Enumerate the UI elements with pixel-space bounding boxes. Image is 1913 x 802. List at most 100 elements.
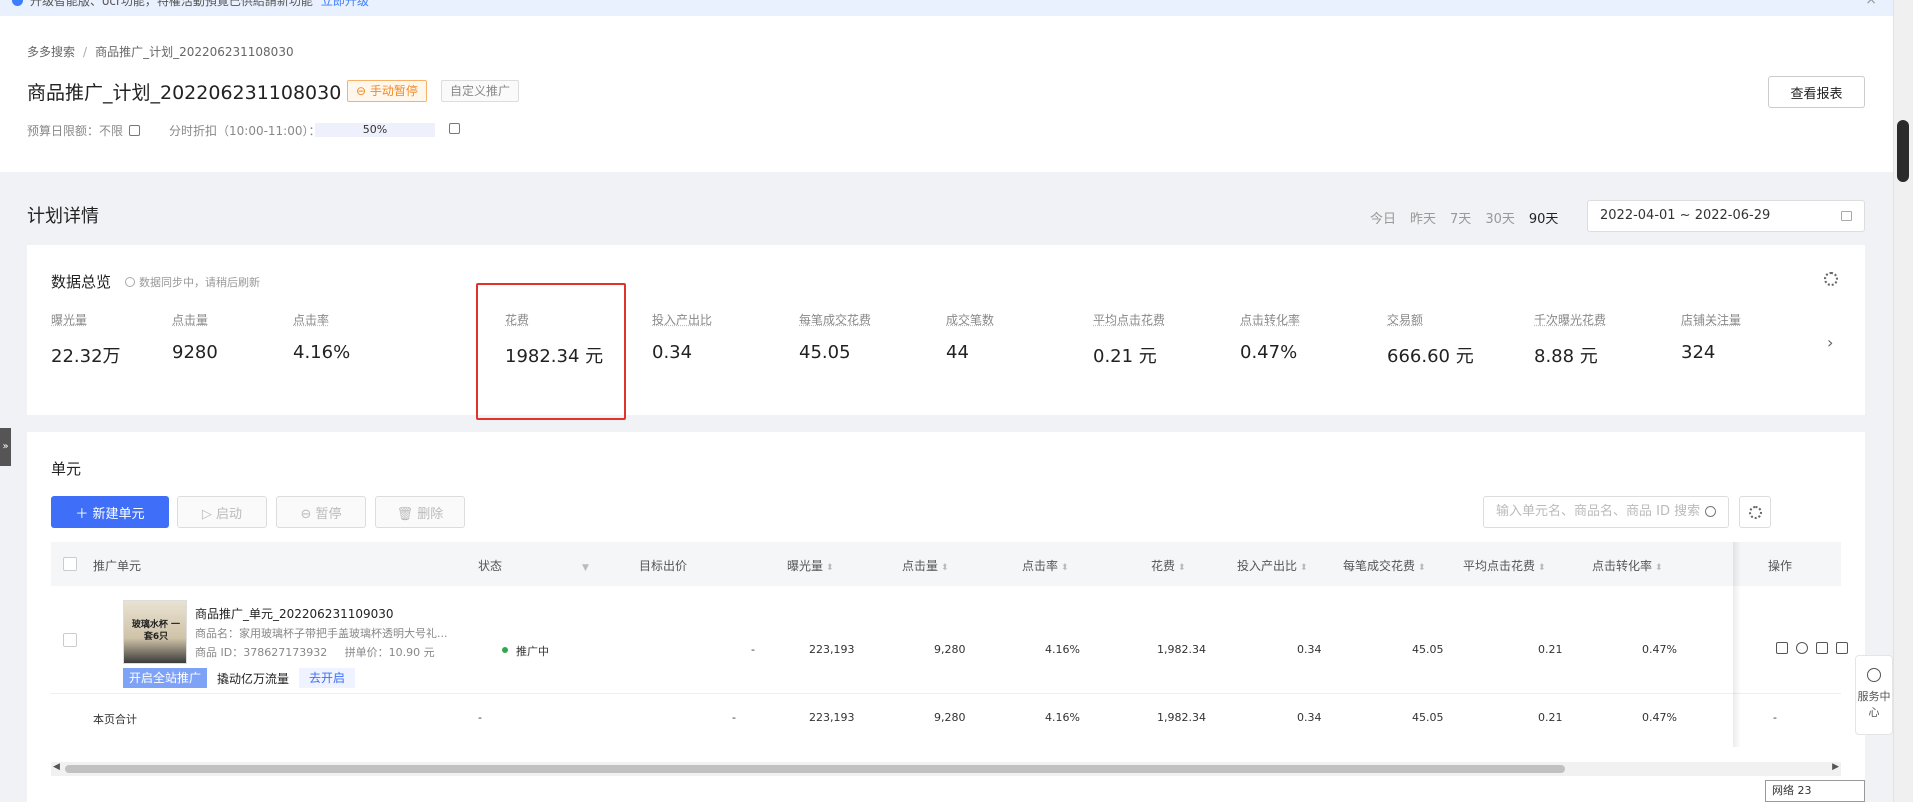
- breadcrumb: 多多搜索 / 商品推广_计划_202206231108030: [27, 43, 294, 60]
- unit-card: 单元 ＋ 新建单元 ▷ 启动 ⊖ 暂停 🗑 删除 输入单元名、商品名、商品 ID…: [27, 432, 1865, 802]
- col-cvr[interactable]: 点击转化率 ⬍: [1592, 557, 1663, 574]
- cell-cost: 1,982.34: [1157, 643, 1206, 656]
- breadcrumb-current: 商品推广_计划_202206231108030: [95, 45, 294, 59]
- section-title-plan-detail: 计划详情: [27, 206, 99, 227]
- unit-name[interactable]: 商品推广_单元_202206231109030: [195, 605, 394, 622]
- new-unit-button[interactable]: ＋ 新建单元: [51, 496, 169, 528]
- table-settings-button[interactable]: [1739, 496, 1771, 528]
- edit-discount-icon[interactable]: [449, 123, 460, 134]
- summary-row: 本页合计 - - 223,193 9,280 4.16% 1,982.34 0.…: [51, 694, 1841, 742]
- info-icon: [12, 0, 23, 6]
- horizontal-scrollbar[interactable]: ◀ ▶: [51, 762, 1841, 776]
- cell-cpc: 0.21: [1538, 643, 1563, 656]
- col-clicks[interactable]: 点击量 ⬍: [902, 557, 949, 574]
- cell-cvr: 0.47%: [1642, 643, 1677, 656]
- range-90d[interactable]: 90天: [1529, 208, 1559, 227]
- scroll-left-icon[interactable]: ◀: [53, 762, 60, 772]
- metric-orders[interactable]: 成交笔数 44: [946, 311, 1086, 363]
- promo-tag: 开启全站推广: [123, 668, 208, 688]
- search-icon[interactable]: [1705, 506, 1716, 517]
- banner-link[interactable]: 立即升级: [321, 0, 369, 8]
- expand-sidebar-icon[interactable]: »: [0, 428, 11, 466]
- network-indicator: 网络 23: [1765, 780, 1865, 802]
- status-badge: ⊖ 手动暂停: [347, 80, 427, 102]
- col-impressions[interactable]: 曝光量 ⬍: [787, 557, 834, 574]
- close-icon[interactable]: ×: [1865, 0, 1877, 8]
- page-scrollbar[interactable]: [1893, 0, 1913, 802]
- discount-label: 分时折扣（10:00-11:00）：: [169, 124, 321, 138]
- summary-cost-per-order: 45.05: [1412, 711, 1444, 724]
- col-status[interactable]: 状态 ▼: [478, 557, 589, 574]
- budget-info: 预算日限额：不限: [27, 122, 141, 139]
- pause-button[interactable]: ⊖ 暂停: [276, 496, 366, 528]
- service-center-button[interactable]: 服务中心: [1855, 655, 1893, 735]
- sort-icon[interactable]: ⬍: [1300, 563, 1308, 573]
- sort-icon[interactable]: ⬍: [826, 563, 834, 573]
- range-yesterday[interactable]: 昨天: [1410, 208, 1436, 227]
- metric-cpc[interactable]: 平均点击花费 0.21 元: [1093, 311, 1233, 368]
- date-range-picker[interactable]: 2022-04-01 ~ 2022-06-29: [1587, 200, 1865, 232]
- chart-icon[interactable]: [1776, 642, 1788, 654]
- col-cpc[interactable]: 平均点击花费 ⬍: [1463, 557, 1546, 574]
- start-button[interactable]: ▷ 启动: [177, 496, 267, 528]
- cell-roi: 0.34: [1297, 643, 1322, 656]
- search-input[interactable]: 输入单元名、商品名、商品 ID 搜索: [1483, 496, 1729, 528]
- col-cost[interactable]: 花费 ⬍: [1151, 557, 1186, 574]
- col-cost-per-order[interactable]: 每笔成交花费 ⬍: [1343, 557, 1426, 574]
- col-ops: 操作: [1768, 559, 1793, 573]
- summary-ops: -: [1773, 711, 1777, 724]
- range-7d[interactable]: 7天: [1450, 208, 1471, 227]
- promo-text: 撬动亿万流量: [217, 671, 290, 686]
- promo-link[interactable]: 去开启: [299, 668, 356, 688]
- metric-impressions[interactable]: 曝光量 22.32万: [51, 311, 191, 368]
- report-icon[interactable]: [1816, 642, 1828, 654]
- banner-text: 升级智能版、ocr功能，特權活動預覽已供給請新功能 立即升级: [30, 0, 369, 9]
- product-thumbnail[interactable]: 玻璃水杯 一套6只: [123, 600, 187, 664]
- chevron-right-icon[interactable]: ›: [1827, 333, 1833, 352]
- select-all-checkbox[interactable]: [63, 557, 77, 571]
- scroll-right-icon[interactable]: ▶: [1832, 762, 1839, 772]
- sort-icon[interactable]: ⬍: [1655, 563, 1663, 573]
- pause-icon[interactable]: [1796, 642, 1808, 654]
- sort-icon[interactable]: ⬍: [1418, 563, 1426, 573]
- metric-clicks[interactable]: 点击量 9280: [172, 311, 312, 363]
- metric-cpm[interactable]: 千次曝光花费 8.88 元: [1534, 311, 1674, 368]
- summary-clicks: 9,280: [934, 711, 966, 724]
- sort-icon[interactable]: ⬍: [1061, 563, 1069, 573]
- breadcrumb-root[interactable]: 多多搜索: [27, 45, 75, 59]
- sort-icon[interactable]: ⬍: [1538, 563, 1546, 573]
- sort-icon[interactable]: ⬍: [941, 563, 949, 573]
- col-unit: 推广单元: [93, 559, 142, 573]
- summary-impressions: 223,193: [809, 711, 855, 724]
- metric-roi[interactable]: 投入产出比 0.34: [652, 311, 792, 363]
- summary-cost: 1,982.34: [1157, 711, 1206, 724]
- gear-icon[interactable]: [1824, 272, 1838, 286]
- top-banner: 升级智能版、ocr功能，特權活動預覽已供給請新功能 立即升级 ×: [0, 0, 1913, 16]
- range-30d[interactable]: 30天: [1485, 208, 1515, 227]
- edit-budget-icon[interactable]: [129, 125, 141, 136]
- scrollbar-thumb[interactable]: [65, 765, 1565, 773]
- summary-label: 本页合计: [93, 713, 137, 726]
- sort-icon[interactable]: ⬍: [1178, 563, 1186, 573]
- metric-cvr[interactable]: 点击转化率 0.47%: [1240, 311, 1380, 363]
- trash-icon[interactable]: [1836, 642, 1848, 654]
- metric-cost-per-order[interactable]: 每笔成交花费 45.05: [799, 311, 939, 363]
- table-row: 玻璃水杯 一套6只 商品推广_单元_202206231109030 商品名：家用…: [51, 586, 1848, 694]
- filter-icon[interactable]: ▼: [582, 563, 589, 573]
- view-report-button[interactable]: 查看报表: [1768, 76, 1865, 108]
- col-roi[interactable]: 投入产出比 ⬍: [1237, 557, 1308, 574]
- table-header: 推广单元 状态 ▼ 目标出价 曝光量 ⬍ 点击量 ⬍ 点击率 ⬍ 花费 ⬍ 投入产出比 ⬍ …: [51, 542, 1841, 586]
- metric-shop-follows[interactable]: 店铺关注量 324: [1681, 311, 1821, 363]
- breadcrumb-separator: /: [83, 45, 88, 59]
- cell-cost-per-order: 45.05: [1412, 643, 1444, 656]
- cell-clicks: 9,280: [934, 643, 966, 656]
- cell-bid[interactable]: -: [751, 643, 755, 656]
- range-today[interactable]: 今日: [1370, 208, 1396, 227]
- row-checkbox[interactable]: [63, 633, 77, 647]
- metric-gmv[interactable]: 交易额 666.60 元: [1387, 311, 1527, 368]
- type-badge: 自定义推广: [441, 80, 520, 102]
- metric-ctr[interactable]: 点击率 4.16%: [293, 311, 433, 363]
- page-scrollbar-thumb[interactable]: [1897, 120, 1909, 182]
- delete-button[interactable]: 🗑 删除: [375, 496, 465, 528]
- col-ctr[interactable]: 点击率 ⬍: [1022, 557, 1069, 574]
